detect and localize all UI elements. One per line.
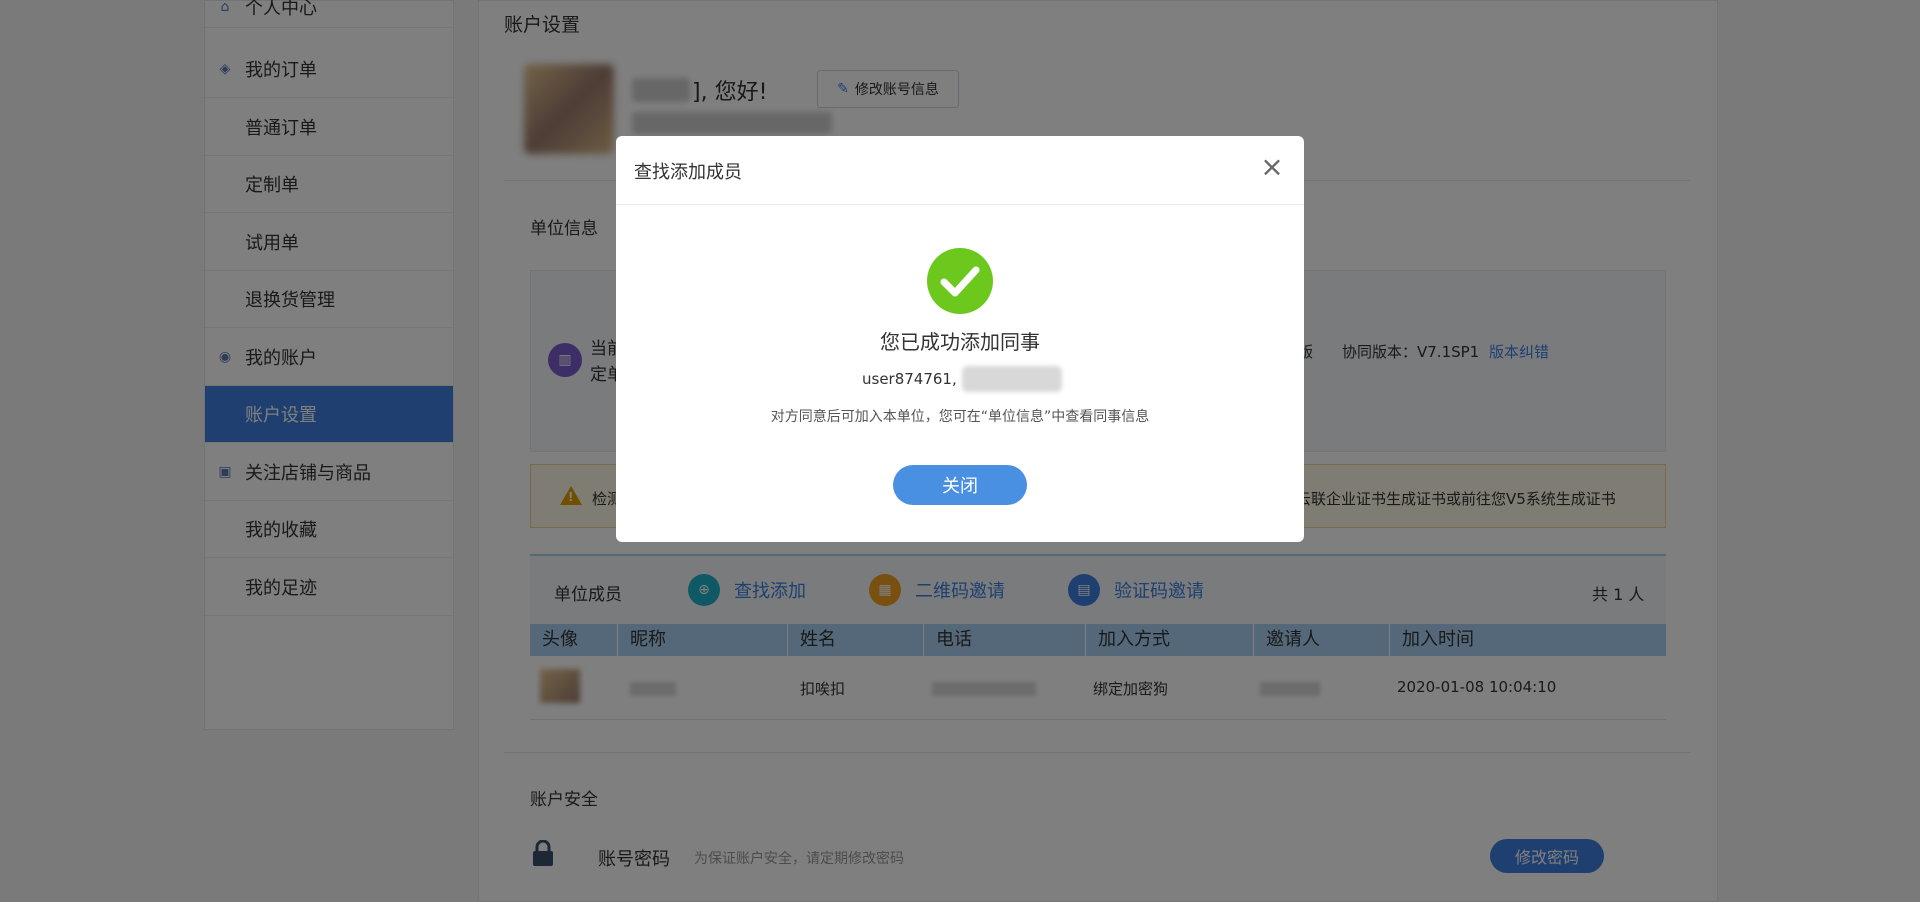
close-icon[interactable]: × [1258,153,1286,182]
added-user-text: user874761, [862,370,957,388]
success-message: 您已成功添加同事 [880,330,1040,354]
modal-note: 对方同意后可加入本单位，您可在“单位信息”中查看同事信息 [770,409,1150,425]
modal-title: 查找添加成员 [634,162,742,183]
success-check-icon [927,248,993,314]
close-button[interactable]: 关闭 [893,465,1027,505]
added-user-blur [962,366,1062,392]
modal-divider [616,204,1304,205]
